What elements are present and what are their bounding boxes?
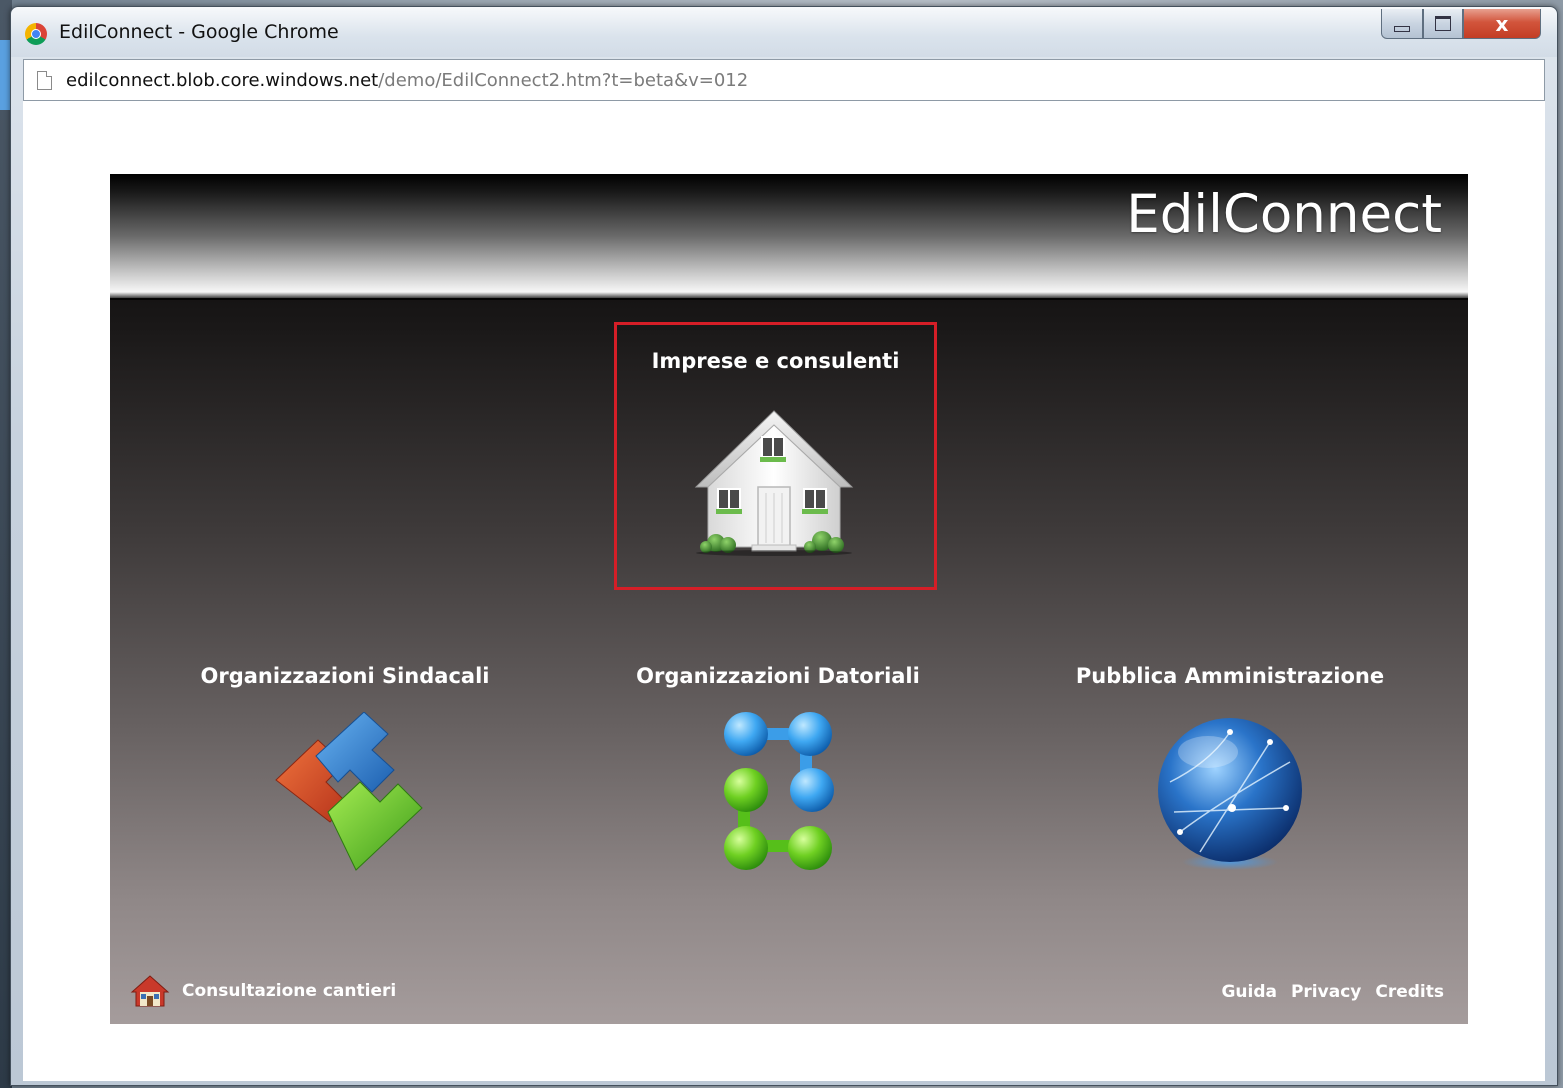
footer-links: Guida Privacy Credits: [1221, 982, 1444, 1002]
house-icon: [694, 410, 854, 556]
page-viewport: EdilConnect Imprese e consulenti Organiz…: [23, 101, 1545, 1081]
globe-icon: [1158, 718, 1302, 870]
app-title: EdilConnect: [1126, 184, 1442, 245]
molecule-icon: [724, 712, 834, 870]
background-window-tab: [0, 40, 10, 110]
tile-organizzazioni-datoriali[interactable]: Organizzazioni Datoriali: [630, 664, 926, 894]
page-icon: [37, 70, 52, 90]
minimize-icon: [1394, 25, 1410, 32]
maximize-button[interactable]: [1423, 9, 1463, 39]
privacy-link[interactable]: Privacy: [1291, 982, 1361, 1002]
chrome-logo-icon: [25, 23, 47, 45]
puzzle-blocks-icon: [275, 712, 423, 871]
tile-pubblica-amministrazione[interactable]: Pubblica Amministrazione: [1070, 664, 1390, 894]
guida-link[interactable]: Guida: [1221, 982, 1277, 1002]
address-bar[interactable]: edilconnect.blob.core.windows.net/demo/E…: [23, 59, 1545, 101]
tile-organizzazioni-sindacali[interactable]: Organizzazioni Sindacali: [190, 664, 500, 884]
close-icon: x: [1495, 11, 1509, 36]
tile-label: Organizzazioni Datoriali: [636, 664, 920, 688]
edilconnect-app: EdilConnect Imprese e consulenti Organiz…: [110, 174, 1468, 1024]
home-icon: [130, 975, 170, 1007]
maximize-icon: [1435, 16, 1451, 31]
tile-label: Pubblica Amministrazione: [1075, 664, 1385, 688]
tile-label: Imprese e consulenti: [651, 349, 900, 373]
url-host: edilconnect.blob.core.windows.net: [66, 69, 379, 91]
title-bar[interactable]: EdilConnect - Google Chrome x: [11, 7, 1557, 57]
tile-label: Organizzazioni Sindacali: [200, 664, 490, 688]
consultazione-cantieri-link[interactable]: Consultazione cantieri: [130, 974, 396, 1008]
consultazione-cantieri-label: Consultazione cantieri: [182, 981, 397, 1001]
tile-imprese-consulenti[interactable]: Imprese e consulenti: [614, 322, 937, 590]
url-path: /demo/EdilConnect2.htm?t=beta&v=012: [378, 69, 749, 91]
header-divider: [110, 292, 1468, 300]
app-header: EdilConnect: [110, 174, 1468, 298]
close-button[interactable]: x: [1463, 9, 1541, 39]
browser-window: EdilConnect - Google Chrome x edilconnec…: [10, 6, 1558, 1086]
minimize-button[interactable]: [1381, 9, 1423, 39]
credits-link[interactable]: Credits: [1375, 982, 1444, 1002]
window-title: EdilConnect - Google Chrome: [59, 21, 339, 43]
